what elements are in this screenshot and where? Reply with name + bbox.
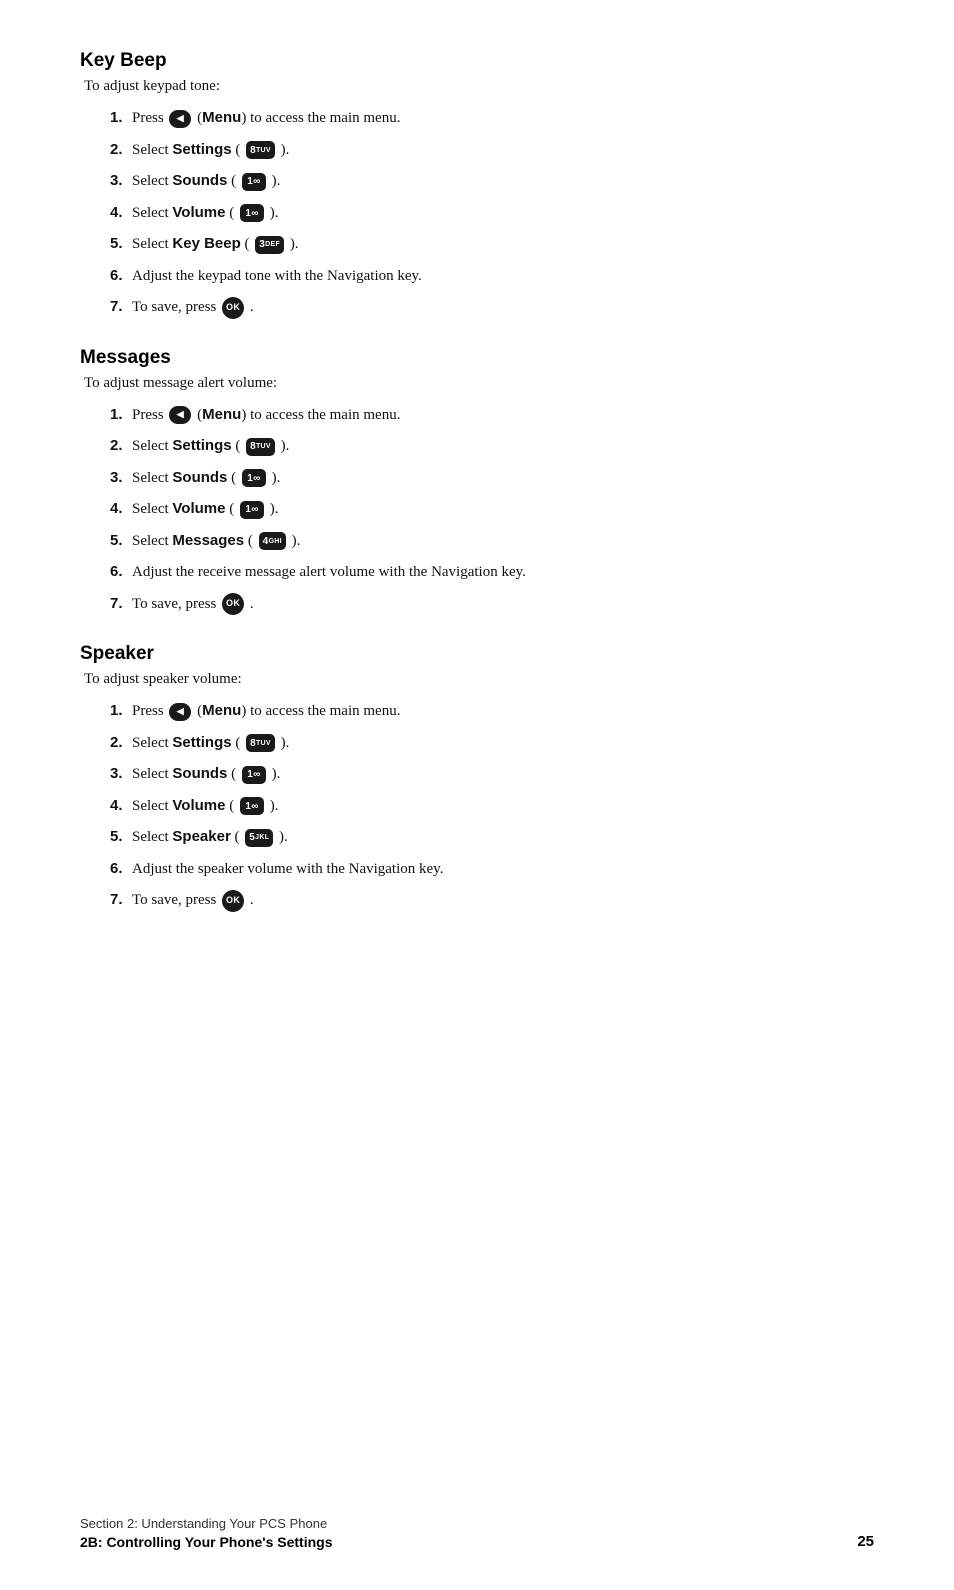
intro-speaker: To adjust speaker volume:: [84, 671, 874, 688]
step-4-key-beep: 4. Select Volume ( 1∞ ).: [110, 202, 874, 225]
ok-button-key-beep: OK: [222, 297, 244, 319]
step-1-messages: 1. Press ◀ (Menu) to access the main men…: [110, 404, 874, 427]
section-title-key-beep: Key Beep: [80, 50, 874, 72]
section-title-speaker: Speaker: [80, 643, 874, 665]
menu-button-icon-msg: ◀: [169, 406, 191, 424]
step-5-speaker: 5. Select Speaker ( 5JKL ).: [110, 826, 874, 849]
footer-page-number: 25: [857, 1533, 874, 1550]
page-content: Key Beep To adjust keypad tone: 1. Press…: [0, 0, 954, 1020]
step-7-key-beep: 7. To save, press OK .: [110, 296, 874, 319]
footer-bottom: 2B: Controlling Your Phone's Settings 25: [80, 1533, 874, 1550]
key-8tuv-spk: 8TUV: [246, 734, 275, 752]
step-2-messages: 2. Select Settings ( 8TUV ).: [110, 435, 874, 458]
step-6-key-beep: 6. Adjust the keypad tone with the Navig…: [110, 265, 874, 288]
step-4-messages: 4. Select Volume ( 1∞ ).: [110, 498, 874, 521]
steps-speaker: 1. Press ◀ (Menu) to access the main men…: [110, 700, 874, 912]
key-8tuv: 8TUV: [246, 141, 275, 159]
key-1-volume-msg: 1∞: [240, 501, 264, 519]
key-1-volume: 1∞: [240, 204, 264, 222]
step-1-key-beep: 1. Press ◀ (Menu) to access the main men…: [110, 107, 874, 130]
key-5jkl-spk: 5JKL: [245, 829, 273, 847]
step-2-key-beep: 2. Select Settings ( 8TUV ).: [110, 139, 874, 162]
footer-section-label: Section 2: Understanding Your PCS Phone: [80, 1516, 874, 1531]
section-key-beep: Key Beep To adjust keypad tone: 1. Press…: [80, 50, 874, 319]
step-7-speaker: 7. To save, press OK .: [110, 889, 874, 912]
section-messages: Messages To adjust message alert volume:…: [80, 347, 874, 616]
intro-key-beep: To adjust keypad tone:: [84, 78, 874, 95]
step-7-messages: 7. To save, press OK .: [110, 593, 874, 616]
key-3def: 3DEF: [255, 236, 284, 254]
page-footer: Section 2: Understanding Your PCS Phone …: [80, 1516, 874, 1550]
step-6-messages: 6. Adjust the receive message alert volu…: [110, 561, 874, 584]
key-1-sounds: 1∞: [242, 173, 266, 191]
steps-messages: 1. Press ◀ (Menu) to access the main men…: [110, 404, 874, 616]
step-2-speaker: 2. Select Settings ( 8TUV ).: [110, 732, 874, 755]
menu-button-icon-spk: ◀: [169, 703, 191, 721]
intro-messages: To adjust message alert volume:: [84, 375, 874, 392]
step-5-messages: 5. Select Messages ( 4GHI ).: [110, 530, 874, 553]
section-speaker: Speaker To adjust speaker volume: 1. Pre…: [80, 643, 874, 912]
key-1-sounds-msg: 1∞: [242, 469, 266, 487]
steps-key-beep: 1. Press ◀ (Menu) to access the main men…: [110, 107, 874, 319]
step-1-speaker: 1. Press ◀ (Menu) to access the main men…: [110, 700, 874, 723]
section-title-messages: Messages: [80, 347, 874, 369]
key-1-sounds-spk: 1∞: [242, 766, 266, 784]
key-1-volume-spk: 1∞: [240, 797, 264, 815]
footer-chapter-label: 2B: Controlling Your Phone's Settings: [80, 1534, 333, 1550]
key-8tuv-msg: 8TUV: [246, 438, 275, 456]
step-4-speaker: 4. Select Volume ( 1∞ ).: [110, 795, 874, 818]
ok-button-messages: OK: [222, 593, 244, 615]
step-5-key-beep: 5. Select Key Beep ( 3DEF ).: [110, 233, 874, 256]
step-6-speaker: 6. Adjust the speaker volume with the Na…: [110, 858, 874, 881]
key-4ghi-msg: 4GHI: [259, 532, 286, 550]
step-3-messages: 3. Select Sounds ( 1∞ ).: [110, 467, 874, 490]
ok-button-speaker: OK: [222, 890, 244, 912]
menu-button-icon: ◀: [169, 110, 191, 128]
step-3-key-beep: 3. Select Sounds ( 1∞ ).: [110, 170, 874, 193]
step-3-speaker: 3. Select Sounds ( 1∞ ).: [110, 763, 874, 786]
